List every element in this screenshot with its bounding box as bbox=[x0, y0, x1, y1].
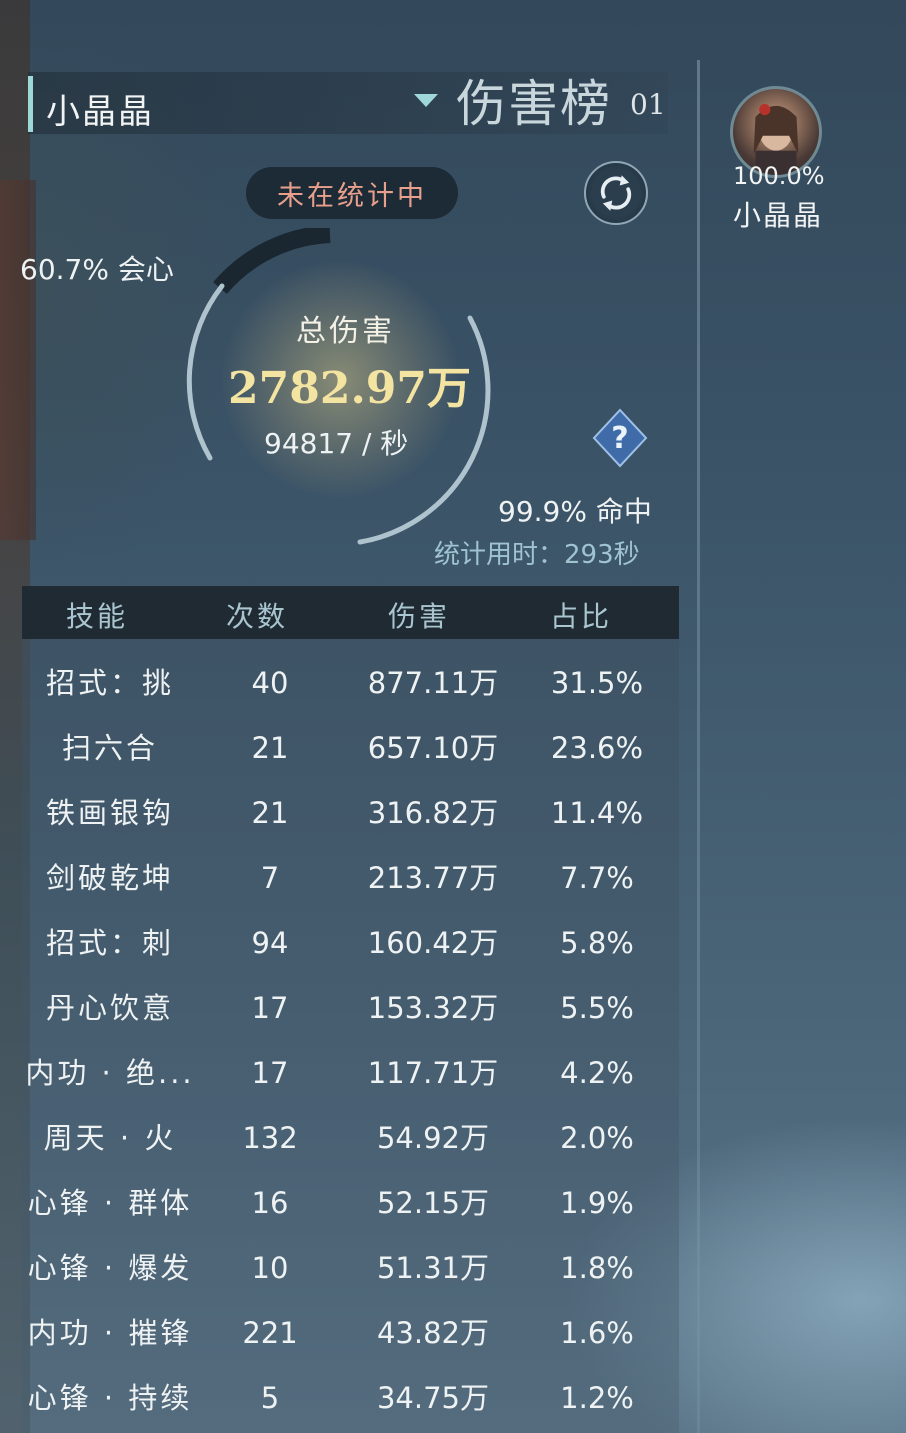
hit-count-cell: 94 bbox=[251, 926, 289, 960]
skill-name-cell: 剑破乾坤 bbox=[45, 861, 174, 895]
refresh-icon bbox=[600, 175, 632, 211]
question-icon[interactable]: ? bbox=[592, 408, 648, 468]
hit-count-cell: 16 bbox=[251, 1186, 289, 1220]
column-header-count: 次数 bbox=[226, 600, 289, 633]
damage-cell: 51.31万 bbox=[376, 1251, 490, 1285]
column-header-skill: 技能 bbox=[66, 600, 129, 633]
table-row[interactable]: 剑破乾坤 7 213.77万 7.7% bbox=[22, 846, 679, 911]
damage-percent-cell: 1.8% bbox=[560, 1251, 634, 1285]
damage-cell: 213.77万 bbox=[367, 861, 499, 895]
damage-cell: 34.75万 bbox=[376, 1381, 490, 1415]
damage-percent-cell: 4.2% bbox=[560, 1056, 634, 1090]
table-row[interactable]: 招式：刺 94 160.42万 5.8% bbox=[22, 911, 679, 976]
skill-name-cell: 招式：挑 bbox=[45, 666, 174, 700]
stat-duration: 统计用时：293秒 bbox=[434, 540, 640, 570]
total-damage-label: 总伤害 bbox=[296, 314, 395, 349]
damage-cell: 54.92万 bbox=[376, 1121, 490, 1155]
background-torii-post bbox=[0, 180, 36, 540]
table-row[interactable]: 扫六合 21 657.10万 23.6% bbox=[22, 716, 679, 781]
refresh-button[interactable] bbox=[584, 161, 648, 225]
column-header-percent: 占比 bbox=[550, 600, 613, 633]
damage-percent-cell: 5.8% bbox=[560, 926, 634, 960]
table-row[interactable]: 内功 · 摧锋 221 43.82万 1.6% bbox=[22, 1301, 679, 1366]
skill-name-cell: 心锋 · 群体 bbox=[27, 1186, 193, 1220]
hit-count-cell: 10 bbox=[251, 1251, 289, 1285]
damage-percent-cell: 2.0% bbox=[560, 1121, 634, 1155]
board-title: 伤害榜 bbox=[456, 75, 612, 133]
panel-divider bbox=[697, 60, 700, 1433]
hit-rate: 99.9% 命中 bbox=[498, 495, 652, 528]
damage-cell: 160.42万 bbox=[367, 926, 499, 960]
damage-percent-cell: 23.6% bbox=[550, 731, 644, 765]
skill-name-cell: 周天 · 火 bbox=[43, 1121, 177, 1155]
board-number: 01 bbox=[630, 88, 666, 121]
hit-count-cell: 5 bbox=[260, 1381, 280, 1415]
svg-text:?: ? bbox=[611, 421, 628, 456]
damage-percent-cell: 1.6% bbox=[560, 1316, 634, 1350]
hit-count-cell: 7 bbox=[260, 861, 280, 895]
table-row[interactable]: 心锋 · 爆发 10 51.31万 1.8% bbox=[22, 1236, 679, 1301]
damage-cell: 153.32万 bbox=[367, 991, 499, 1025]
table-row[interactable]: 内功 · 绝... 17 117.71万 4.2% bbox=[22, 1041, 679, 1106]
damage-percent-cell: 1.2% bbox=[560, 1381, 634, 1415]
damage-cell: 316.82万 bbox=[367, 796, 499, 830]
table-row[interactable]: 丹心饮意 17 153.32万 5.5% bbox=[22, 976, 679, 1041]
hit-count-cell: 40 bbox=[251, 666, 289, 700]
hit-count-cell: 21 bbox=[251, 796, 289, 830]
table-row[interactable]: 招式：挑 40 877.11万 31.5% bbox=[22, 651, 679, 716]
damage-cell: 657.10万 bbox=[367, 731, 499, 765]
damage-per-second: 94817 / 秒 bbox=[264, 427, 409, 460]
table-row[interactable]: 心锋 · 持续 5 34.75万 1.2% bbox=[22, 1366, 679, 1431]
crit-rate: 60.7% 会心 bbox=[20, 253, 174, 286]
table-row[interactable]: 铁画银钩 21 316.82万 11.4% bbox=[22, 781, 679, 846]
total-damage-value: 2782.97万 bbox=[228, 363, 472, 414]
skill-name-cell: 丹心饮意 bbox=[45, 991, 174, 1025]
member-damage-percent: 100.0% bbox=[733, 162, 825, 190]
damage-percent-cell: 1.9% bbox=[560, 1186, 634, 1220]
skill-name-cell: 招式：刺 bbox=[45, 926, 174, 960]
skill-name-cell: 内功 · 绝... bbox=[25, 1056, 195, 1090]
hit-count-cell: 17 bbox=[251, 1056, 289, 1090]
damage-percent-cell: 5.5% bbox=[560, 991, 634, 1025]
damage-board-header: 小晶晶 伤害榜 01 bbox=[28, 72, 668, 134]
member-name: 小晶晶 bbox=[733, 199, 824, 232]
skill-name-cell: 铁画银钩 bbox=[45, 796, 174, 830]
skill-name-cell: 扫六合 bbox=[61, 731, 158, 765]
skill-name-cell: 心锋 · 爆发 bbox=[27, 1251, 193, 1285]
damage-cell: 43.82万 bbox=[376, 1316, 490, 1350]
hit-count-cell: 221 bbox=[242, 1316, 298, 1350]
chevron-down-icon[interactable] bbox=[412, 90, 440, 110]
status-badge: 未在统计中 bbox=[246, 167, 458, 219]
hit-count-cell: 17 bbox=[251, 991, 289, 1025]
skill-damage-table: 技能 次数 伤害 占比 招式：挑 40 877.11万 31.5% 扫六合 21 657.1… bbox=[22, 586, 679, 1433]
damage-cell: 877.11万 bbox=[367, 666, 499, 700]
damage-cell: 52.15万 bbox=[376, 1186, 490, 1220]
hit-count-cell: 132 bbox=[242, 1121, 298, 1155]
damage-cell: 117.71万 bbox=[367, 1056, 499, 1090]
column-header-damage: 伤害 bbox=[388, 600, 451, 633]
hit-count-cell: 21 bbox=[251, 731, 289, 765]
damage-percent-cell: 31.5% bbox=[550, 666, 644, 700]
skill-name-cell: 心锋 · 持续 bbox=[27, 1381, 193, 1415]
skill-name-cell: 内功 · 摧锋 bbox=[27, 1316, 193, 1350]
damage-percent-cell: 11.4% bbox=[550, 796, 644, 830]
player-name[interactable]: 小晶晶 bbox=[46, 84, 154, 133]
table-row[interactable]: 周天 · 火 132 54.92万 2.0% bbox=[22, 1106, 679, 1171]
header-accent-bar bbox=[28, 76, 33, 132]
damage-percent-cell: 7.7% bbox=[560, 861, 634, 895]
table-row[interactable]: 心锋 · 群体 16 52.15万 1.9% bbox=[22, 1171, 679, 1236]
table-header: 技能 次数 伤害 占比 bbox=[22, 586, 679, 639]
